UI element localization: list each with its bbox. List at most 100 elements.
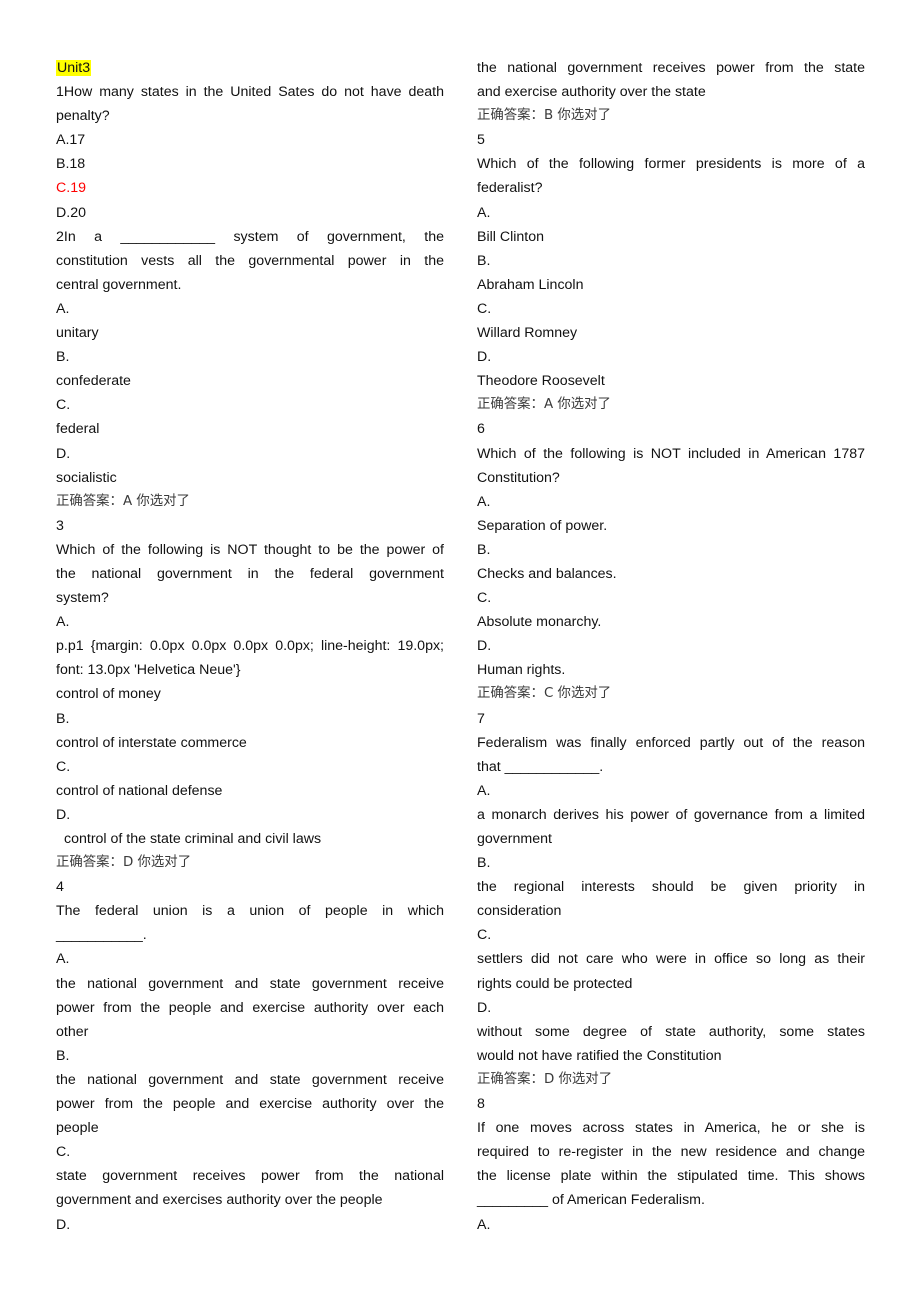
option-label: A.	[56, 947, 444, 971]
option-label: A.	[477, 201, 865, 225]
option-label-text: D.	[477, 999, 492, 1016]
text-line: Willard Romney	[477, 321, 865, 345]
text-line: The federal union is a union of people i…	[56, 899, 444, 923]
text-line-text: Theodore Roosevelt	[477, 373, 605, 390]
option-label-text: C.	[56, 397, 71, 414]
option-label-text: A.	[56, 300, 70, 317]
text-line: confederate	[56, 369, 444, 393]
text-line-text: _________ of American Federalism.	[477, 1192, 705, 1209]
text-line: constitution vests all the governmental …	[56, 249, 444, 273]
text-line: other	[56, 1020, 444, 1044]
question-number-text: 4	[56, 879, 64, 896]
text-line: without some degree of state authority, …	[477, 1020, 865, 1044]
correct-answer-feedback-text: 正确答案：B 你选对了	[477, 108, 611, 124]
text-line-text: p.p1 {margin: 0.0px 0.0px 0.0px 0.0px; l…	[56, 638, 444, 655]
question-number-text: 7	[477, 710, 485, 727]
text-line-text: control of interstate commerce	[56, 734, 247, 751]
unit-title: Unit3	[56, 56, 444, 80]
correct-option-label-text: C.19	[56, 180, 86, 197]
text-line: system?	[56, 586, 444, 610]
text-line-text: other	[56, 1023, 89, 1040]
text-line-text: system?	[56, 590, 109, 607]
text-line-text: rights could be protected	[477, 975, 633, 992]
question-number: 4	[56, 875, 444, 899]
text-line: penalty?	[56, 104, 444, 128]
text-line: font: 13.0px 'Helvetica Neue'}	[56, 658, 444, 682]
option-label: A.	[477, 1213, 865, 1237]
text-line: Separation of power.	[477, 514, 865, 538]
text-line-text: Absolute monarchy.	[477, 614, 602, 631]
text-line: power from the people and exercise autho…	[56, 996, 444, 1020]
text-line: control of national defense	[56, 779, 444, 803]
option-label-text: C.	[477, 300, 492, 317]
option-label-text: A.	[56, 951, 70, 968]
text-line-text: federal	[56, 421, 100, 438]
option-label-text: A.	[56, 614, 70, 631]
question-number-text: 5	[477, 132, 485, 149]
option-label-text: A.	[477, 782, 491, 799]
option-label: D.	[477, 634, 865, 658]
text-line: rights could be protected	[477, 972, 865, 996]
text-line: that ____________.	[477, 755, 865, 779]
text-line-text: and exercise authority over the state	[477, 84, 706, 101]
left-column: Unit3 1How many states in the United Sate…	[56, 56, 444, 1237]
question-number-text: 8	[477, 1096, 485, 1113]
option-label: B.18	[56, 152, 444, 176]
option-label-text: D.	[477, 349, 492, 366]
text-line-text: power from the people and exercise autho…	[56, 1096, 444, 1113]
question-number: 8	[477, 1092, 865, 1116]
correct-answer-feedback: 正确答案：D 你选对了	[56, 851, 444, 875]
text-line-text: ___________.	[56, 927, 147, 944]
option-label: C.	[477, 297, 865, 321]
option-label-text: C.	[477, 927, 492, 944]
text-line-text: the national government in the federal g…	[56, 565, 444, 582]
text-line-text: power from the people and exercise autho…	[56, 999, 444, 1016]
text-line-text: would not have ratified the Constitution	[477, 1047, 722, 1064]
option-label-text: B.	[477, 541, 491, 558]
option-label-text: A.	[477, 493, 491, 510]
option-label-text: A.	[477, 1216, 491, 1233]
question-number: 6	[477, 417, 865, 441]
option-label: A.	[56, 610, 444, 634]
text-line-text: socialistic	[56, 469, 117, 486]
option-label: B.	[56, 707, 444, 731]
option-label: D.	[56, 442, 444, 466]
text-line: the national government receives power f…	[477, 56, 865, 80]
option-label-text: B.18	[56, 156, 86, 173]
text-line: federal	[56, 417, 444, 441]
text-line: Bill Clinton	[477, 225, 865, 249]
option-label: C.	[477, 586, 865, 610]
option-label: D.	[477, 345, 865, 369]
text-line: state government receives power from the…	[56, 1164, 444, 1188]
text-line-text: Which of the following is NOT included i…	[477, 445, 865, 462]
option-label-text: B.	[56, 710, 70, 727]
text-line-text: Checks and balances.	[477, 565, 617, 582]
text-line-text: the regional interests should be given p…	[477, 879, 865, 896]
question-number-text: 6	[477, 421, 485, 438]
text-line: Constitution?	[477, 466, 865, 490]
option-label-text: D.	[56, 445, 71, 462]
text-line-text: control of national defense	[56, 782, 223, 799]
text-line-text: font: 13.0px 'Helvetica Neue'}	[56, 662, 241, 679]
text-line: Which of the following former presidents…	[477, 152, 865, 176]
text-line-text: The federal union is a union of people i…	[56, 903, 444, 920]
text-line: government and exercises authority over …	[56, 1188, 444, 1212]
text-line: consideration	[477, 899, 865, 923]
text-line-text: the national government receives power f…	[477, 60, 865, 76]
option-label: B.	[477, 538, 865, 562]
text-line-text: settlers did not care who were in office…	[477, 951, 865, 968]
text-line-text: central government.	[56, 276, 182, 293]
text-line: required to re-register in the new resid…	[477, 1140, 865, 1164]
option-label-text: D.	[56, 1216, 71, 1233]
text-line: socialistic	[56, 466, 444, 490]
option-label-text: C.	[477, 590, 492, 607]
text-line-text: Federalism was finally enforced partly o…	[477, 734, 865, 751]
text-line-text: Willard Romney	[477, 325, 578, 342]
text-line: the regional interests should be given p…	[477, 875, 865, 899]
text-line-text: penalty?	[56, 108, 110, 125]
text-line-text: people	[56, 1120, 99, 1137]
text-line: a monarch derives his power of governanc…	[477, 803, 865, 827]
text-line: unitary	[56, 321, 444, 345]
option-label: B.	[56, 345, 444, 369]
text-line-text: without some degree of state authority, …	[477, 1023, 865, 1040]
